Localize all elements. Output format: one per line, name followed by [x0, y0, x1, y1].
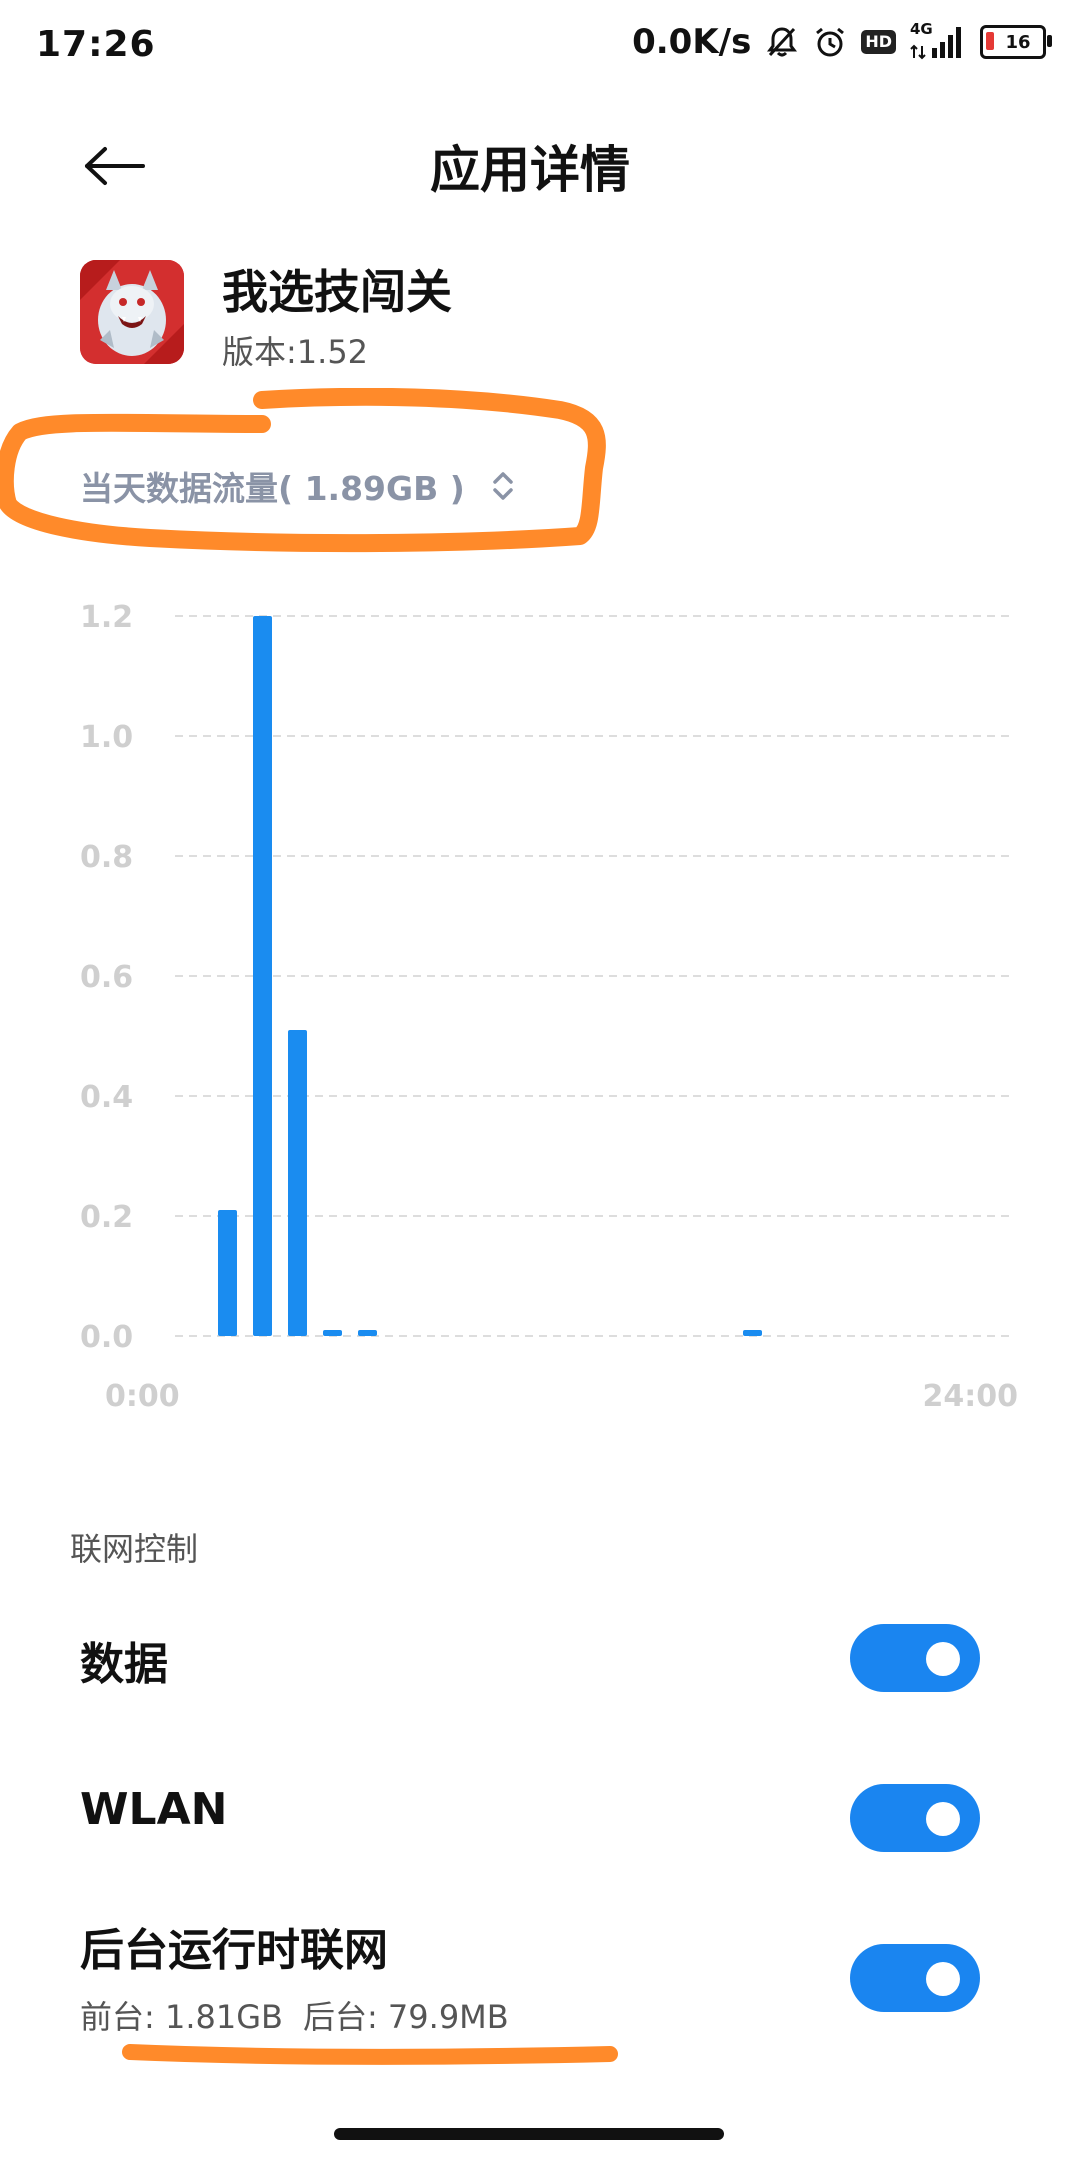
- y-tick-label: 1.2: [80, 600, 133, 635]
- y-tick-label: 0.4: [80, 1080, 133, 1115]
- bar-hour-2: [253, 616, 272, 1336]
- background-network-label: 后台运行时联网: [80, 1925, 388, 1976]
- y-tick-label: 0.2: [80, 1200, 133, 1235]
- bar-hour-3: [288, 1030, 307, 1336]
- bar-hour-5: [358, 1330, 377, 1336]
- foreground-usage: 前台: 1.81GB: [80, 1998, 283, 2036]
- battery-level-fill: [986, 32, 994, 50]
- y-tick-label: 0.0: [80, 1320, 133, 1355]
- wlan-label: WLAN: [80, 1784, 228, 1835]
- y-tick-label: 1.0: [80, 720, 133, 755]
- toggle-knob: [926, 1962, 960, 1996]
- app-version: 版本:1.52: [222, 333, 369, 371]
- hd-icon: HD: [861, 30, 896, 54]
- x-start-label: 0:00: [105, 1379, 180, 1414]
- toggle-knob: [926, 1802, 960, 1836]
- usage-label: 当天数据流量( 1.89GB ): [80, 469, 465, 508]
- battery-icon: 16: [980, 25, 1052, 59]
- mobile-data-label: 数据: [80, 1639, 168, 1690]
- usage-chart: 1.2 1.0 0.8 0.6 0.4 0.2 0.0 0:00 24:00: [0, 600, 1080, 1440]
- werewolf-logo-icon: [80, 260, 184, 364]
- bar-hour-16: [743, 1330, 762, 1336]
- annotation-underline: [122, 2044, 618, 2065]
- x-end-label: 24:00: [923, 1379, 1019, 1414]
- battery-level: 16: [1005, 31, 1031, 53]
- status-time: 17:26: [36, 24, 156, 65]
- app-icon: [80, 260, 184, 364]
- background-network-toggle[interactable]: [850, 1944, 980, 2012]
- usage-period-selector[interactable]: 当天数据流量( 1.89GB ): [80, 462, 515, 510]
- app-name: 我选技闯关: [222, 265, 452, 319]
- chevron-up-down-icon: [493, 472, 513, 500]
- background-usage-detail: 前台: 1.81GB 后台: 79.9MB: [80, 1992, 509, 2038]
- bar-chart: 1.2 1.0 0.8 0.6 0.4 0.2 0.0 0:00 24:00: [80, 600, 1019, 1414]
- bell-off-icon: [767, 27, 798, 57]
- alarm-icon: [816, 27, 845, 57]
- page-title: 应用详情: [430, 141, 630, 199]
- toggle-knob: [926, 1642, 960, 1676]
- mobile-data-toggle[interactable]: [850, 1624, 980, 1692]
- bar-hour-1: [218, 1210, 237, 1336]
- status-icons: 0.0K/s HD 4G 16: [632, 20, 1052, 62]
- wlan-toggle[interactable]: [850, 1784, 980, 1852]
- y-tick-label: 0.6: [80, 960, 133, 995]
- network-control-label: 联网控制: [70, 1530, 199, 1568]
- background-usage: 后台: 79.9MB: [302, 1998, 509, 2036]
- net-speed: 0.0K/s: [632, 22, 752, 62]
- bar-hour-4: [323, 1330, 342, 1336]
- signal-icon: 4G: [910, 20, 966, 60]
- home-indicator[interactable]: [334, 2128, 724, 2140]
- status-bar: 17:26 0.0K/s HD 4G 16: [0, 0, 1080, 90]
- y-tick-label: 0.8: [80, 840, 133, 875]
